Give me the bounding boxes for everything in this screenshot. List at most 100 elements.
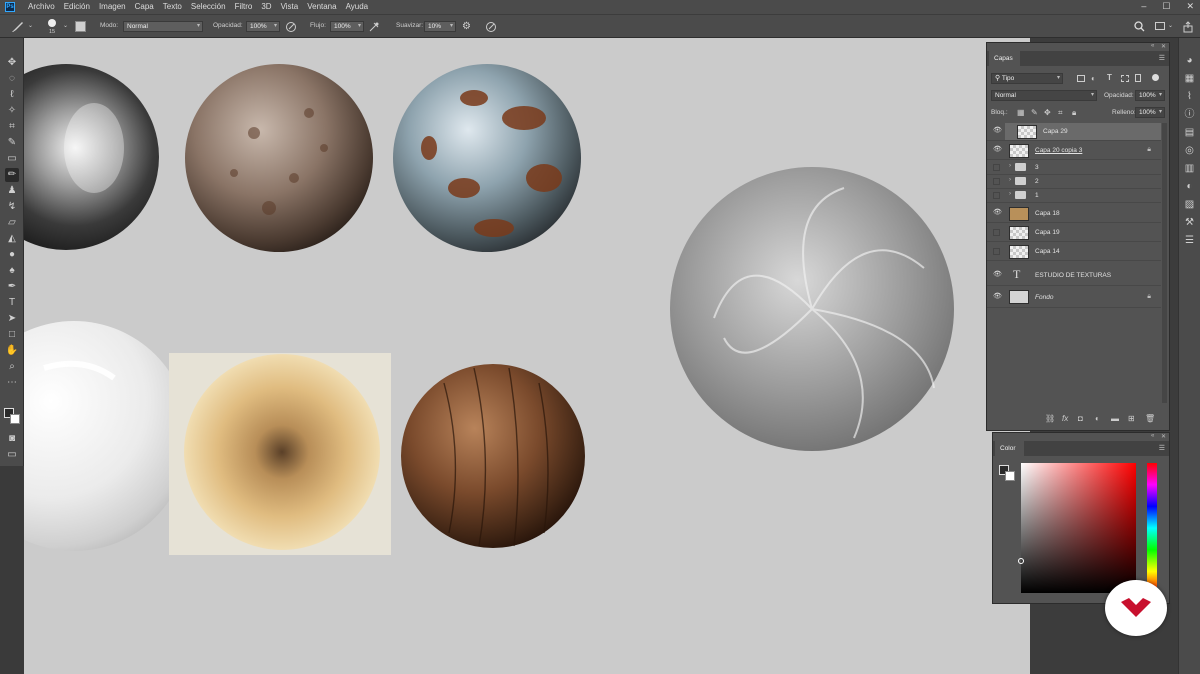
color-picker-cursor[interactable] xyxy=(1018,558,1024,564)
layer-row[interactable]: 👁︎ Fondo 🔒︎ xyxy=(987,286,1161,308)
search-icon[interactable] xyxy=(1134,21,1145,32)
menu-seleccion[interactable]: Selección xyxy=(191,2,226,11)
type-tool-icon[interactable]: T xyxy=(5,296,19,310)
workspace-icon[interactable] xyxy=(1155,22,1165,30)
visibility-toggle[interactable] xyxy=(993,192,1000,199)
background-color-swatch[interactable] xyxy=(10,414,20,424)
chevron-down-icon[interactable]: ⌄ xyxy=(28,22,33,29)
close-panel-icon[interactable]: ✕ xyxy=(1161,43,1166,50)
move-tool-icon[interactable]: ✥ xyxy=(5,56,19,70)
airbrush-icon[interactable] xyxy=(368,21,380,33)
eraser-tool-icon[interactable]: ▱ xyxy=(5,216,19,230)
properties-icon[interactable]: ☰ xyxy=(1183,234,1196,247)
stamp-tool-icon[interactable]: ♟ xyxy=(5,184,19,198)
chevron-right-icon[interactable]: › xyxy=(1009,191,1011,197)
layer-row[interactable]: › 3 xyxy=(987,161,1161,175)
brush-tool-icon[interactable]: ✏ xyxy=(5,168,19,182)
brush-panel-icon[interactable] xyxy=(75,21,86,32)
color-picker-field[interactable] xyxy=(1018,463,1136,593)
gear-icon[interactable]: ⚙ xyxy=(462,22,471,32)
brush-tool-icon[interactable] xyxy=(10,21,24,33)
menu-archivo[interactable]: Archivo xyxy=(28,2,55,11)
layer-row[interactable]: Capa 14 xyxy=(987,243,1161,261)
zoom-tool-icon[interactable]: ⌕ xyxy=(5,360,19,374)
filter-select[interactable]: ⚲ Tipo ▾ xyxy=(991,73,1063,84)
background-color-swatch[interactable] xyxy=(1005,471,1015,481)
layer-row[interactable]: › 1 xyxy=(987,189,1161,203)
new-layer-icon[interactable]: ⊞ xyxy=(1128,414,1135,423)
collapse-icon[interactable]: « xyxy=(1151,43,1154,49)
dodge-tool-icon[interactable]: ♠ xyxy=(5,264,19,278)
channels-icon[interactable]: ◎ xyxy=(1183,144,1196,157)
lasso-tool-icon[interactable]: ℓ xyxy=(5,88,19,102)
shape-filter-icon[interactable] xyxy=(1121,75,1129,82)
share-icon[interactable] xyxy=(1182,21,1194,33)
close-button[interactable]: ✕ xyxy=(1186,1,1194,12)
collapse-icon[interactable]: « xyxy=(1151,433,1154,439)
paths-icon[interactable]: ▨ xyxy=(1183,198,1196,211)
layer-row[interactable]: 👁︎ Capa 29 xyxy=(987,123,1161,141)
grid-icon[interactable]: ▤ xyxy=(1183,126,1196,139)
fill-field[interactable]: 100% ▾ xyxy=(1135,107,1165,118)
layers-scrollbar[interactable] xyxy=(1162,123,1167,403)
hand-tool-icon[interactable]: ✋ xyxy=(5,344,19,358)
chevron-right-icon[interactable]: › xyxy=(1009,163,1011,169)
chevron-down-icon[interactable]: ⌄ xyxy=(63,22,68,29)
marquee-tool-icon[interactable]: ◌ xyxy=(5,72,19,86)
visibility-eye-icon[interactable]: 👁︎ xyxy=(993,209,1002,217)
layer-row[interactable]: 👁︎ T ESTUDIO DE TEXTURAS xyxy=(987,264,1161,286)
visibility-toggle[interactable] xyxy=(993,164,1000,171)
visibility-toggle[interactable] xyxy=(993,229,1000,236)
menu-ayuda[interactable]: Ayuda xyxy=(346,2,369,11)
visibility-eye-icon[interactable]: 👁︎ xyxy=(993,127,1002,135)
chevron-right-icon[interactable]: › xyxy=(1009,177,1011,183)
mode-select[interactable]: Normal ▾ xyxy=(123,21,203,32)
crop-tool-icon[interactable]: ⌗ xyxy=(5,120,19,134)
rectangle-tool-icon[interactable]: □ xyxy=(5,328,19,342)
swatches-icon[interactable]: ▦ xyxy=(1183,72,1196,85)
smooth-field[interactable]: 10% ▾ xyxy=(424,21,456,32)
folder-icon[interactable]: ▬ xyxy=(1111,414,1119,423)
brush-preset-icon[interactable] xyxy=(48,19,56,27)
healing-tool-icon[interactable]: ▭ xyxy=(5,152,19,166)
blend-mode-select[interactable]: Normal ▾ xyxy=(991,90,1097,101)
visibility-eye-icon[interactable]: 👁︎ xyxy=(993,146,1002,154)
lock-all-icon[interactable]: 🔒︎ xyxy=(1072,108,1076,118)
mask-icon[interactable]: ◘ xyxy=(1078,414,1083,423)
tab-capas[interactable]: Capas xyxy=(989,51,1020,66)
tool-presets-icon[interactable]: ⚒ xyxy=(1183,216,1196,229)
adjustment-filter-icon[interactable]: ◐ xyxy=(1091,74,1096,83)
history-brush-tool-icon[interactable]: ↯ xyxy=(5,200,19,214)
type-filter-icon[interactable]: T xyxy=(1107,73,1112,82)
layer-row[interactable]: 👁︎ Capa 20 copia 3 🔒︎ xyxy=(987,142,1161,160)
layer-row[interactable]: 👁︎ Capa 18 xyxy=(987,205,1161,223)
pixel-filter-icon[interactable] xyxy=(1077,75,1085,82)
menu-ventana[interactable]: Ventana xyxy=(307,2,336,11)
trash-icon[interactable]: 🗑︎ xyxy=(1145,414,1155,423)
filter-toggle-icon[interactable] xyxy=(1152,74,1159,81)
adjustments-icon[interactable]: ◐ xyxy=(1183,180,1196,193)
path-selection-tool-icon[interactable]: ➤ xyxy=(5,312,19,326)
lock-position-icon[interactable]: ✥ xyxy=(1044,108,1051,117)
chevron-down-icon[interactable]: ⌄ xyxy=(1168,22,1173,29)
adjustment-icon[interactable]: ◐ xyxy=(1095,414,1100,423)
smart-object-filter-icon[interactable] xyxy=(1135,74,1141,82)
opacity-field[interactable]: 100% ▾ xyxy=(246,21,280,32)
pressure-size-icon[interactable] xyxy=(485,21,497,33)
menu-imagen[interactable]: Imagen xyxy=(99,2,126,11)
hue-slider[interactable] xyxy=(1147,463,1157,593)
paint-bucket-tool-icon[interactable]: ◭ xyxy=(5,232,19,246)
visibility-eye-icon[interactable]: 👁︎ xyxy=(993,271,1002,279)
menu-edicion[interactable]: Edición xyxy=(64,2,90,11)
levels-icon[interactable]: ▥ xyxy=(1183,162,1196,175)
visibility-toggle[interactable] xyxy=(993,248,1000,255)
lock-artboard-icon[interactable]: ⌗ xyxy=(1058,108,1063,118)
pressure-opacity-icon[interactable] xyxy=(285,21,297,33)
layer-row[interactable]: Capa 19 xyxy=(987,224,1161,242)
panel-menu-icon[interactable]: ☰ xyxy=(1159,54,1165,62)
fx-icon[interactable]: fx xyxy=(1062,414,1068,423)
menu-3d[interactable]: 3D xyxy=(261,2,271,11)
lock-pixels-icon[interactable]: ✎ xyxy=(1031,108,1038,117)
minimize-button[interactable]: – xyxy=(1141,1,1146,12)
eyedropper-tool-icon[interactable]: ✎ xyxy=(5,136,19,150)
